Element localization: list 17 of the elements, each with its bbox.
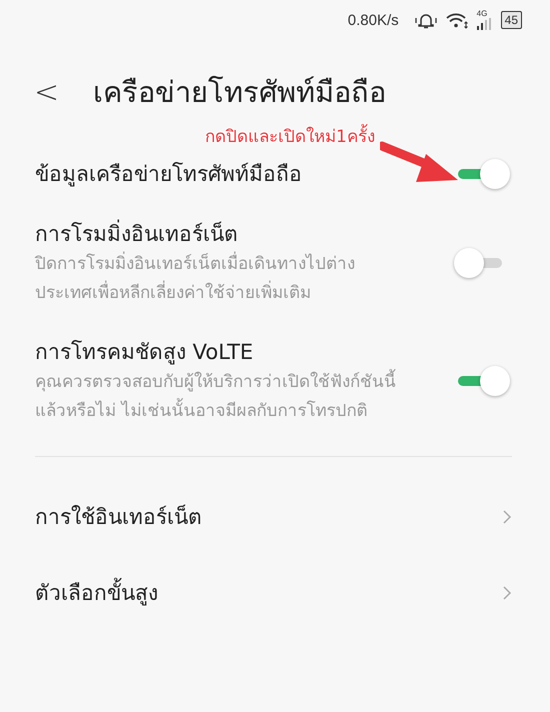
- chevron-icon: [502, 509, 512, 525]
- back-button[interactable]: <: [28, 74, 66, 110]
- annotation-text: กดปิดและเปิดใหม่1ครั้ง: [205, 122, 375, 149]
- network-type: 4G: [476, 10, 488, 18]
- setting-title: ข้อมูลเครือข่ายโทรศัพท์มือถือ: [35, 161, 303, 188]
- setting-description: คุณควรตรวจสอบกับผู้ให้บริการว่าเปิดใช้ฟังก์ชันนี้แล้วหรือไม่ ไม่เช่นนั้นอาจมีผลกับการโทรปกติ: [35, 368, 405, 426]
- settings-item[interactable]: ตัวเลือกขั้นสูง: [35, 555, 512, 631]
- network-speed: 0.80K/s: [348, 12, 399, 28]
- chevron-icon: [502, 585, 512, 601]
- setting-title: การโทรคมชัดสูง VoLTE: [35, 339, 254, 366]
- settings-item[interactable]: การใช้อินเทอร์เน็ต: [35, 479, 512, 555]
- setting-title: การโรมมิ่งอินเทอร์เน็ต: [35, 218, 405, 250]
- signal-icon: [476, 18, 493, 30]
- setting-description: ปิดการโรมมิ่งอินเทอร์เน็ตเมื่อเดินทางไปต่างประเทศเพื่อหลีกเลี่ยงค่าใช้จ่ายเพิ่มเติม: [35, 250, 405, 308]
- battery-level: 45: [504, 13, 518, 27]
- wifi-icon: [444, 11, 469, 29]
- page-title: เครือข่ายโทรศัพท์มือถือ: [93, 74, 386, 111]
